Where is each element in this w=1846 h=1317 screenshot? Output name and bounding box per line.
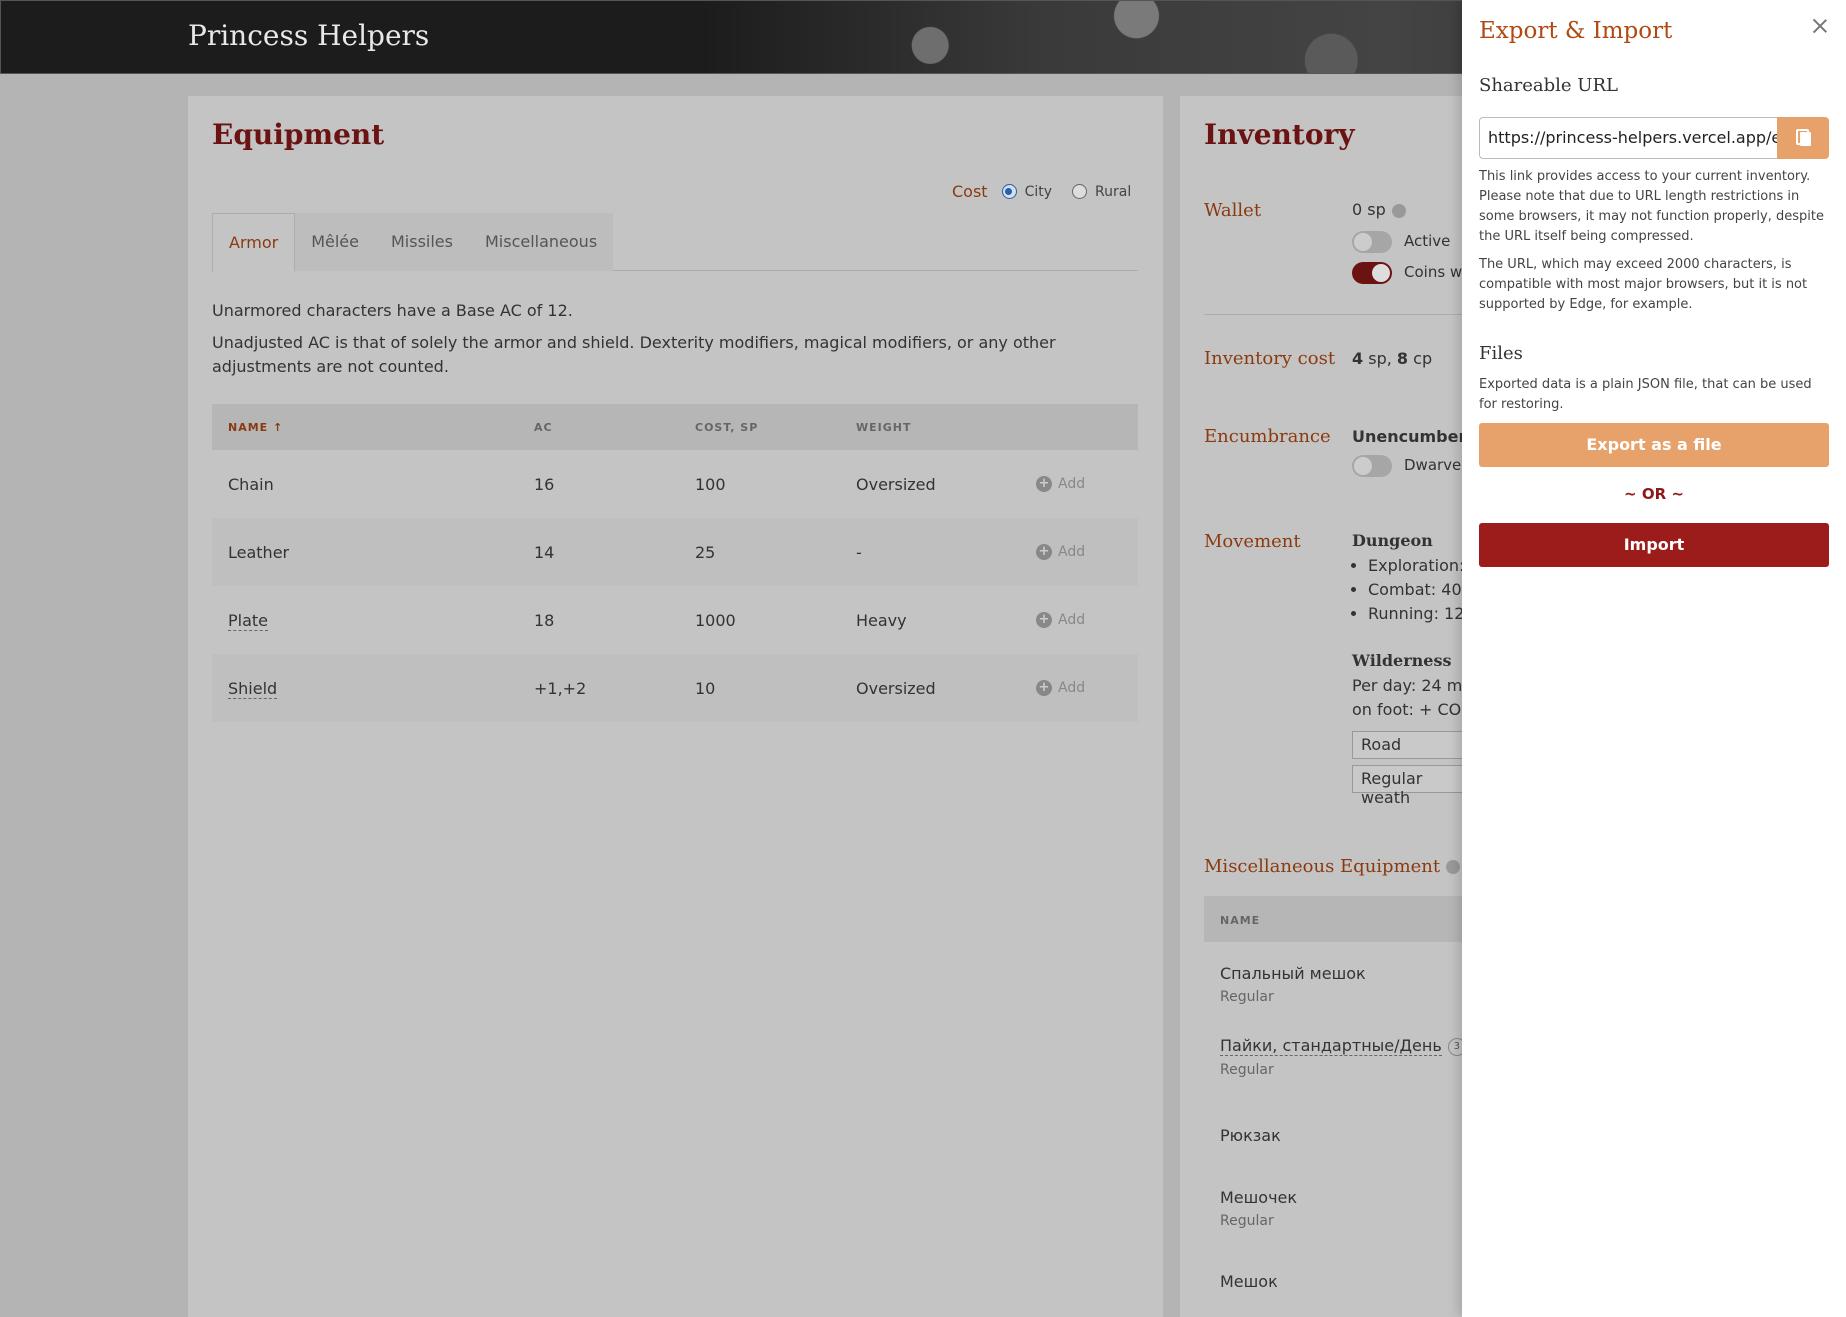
inventory-cost-label: Inventory cost (1204, 348, 1336, 369)
armor-note-unadjusted: Unadjusted AC is that of solely the armo… (212, 333, 1056, 376)
info-icon[interactable] (1391, 203, 1406, 218)
cost-city-label[interactable]: City (1025, 184, 1052, 200)
item-weight: Oversized (856, 474, 936, 494)
dwarven-label: Dwarve (1404, 456, 1462, 474)
dungeon-heading: Dungeon (1352, 531, 1433, 550)
plus-icon: + (1036, 544, 1052, 560)
item-weight: - (856, 542, 862, 562)
dungeon-movement-list: Exploration: Combat: 40 f Running: 120 (1352, 554, 1475, 626)
wilderness-on-foot: on foot: + CON (1352, 700, 1474, 719)
item-name[interactable]: Plate (228, 610, 269, 631)
column-weight[interactable]: WEIGHT (856, 421, 1036, 434)
item-name: Leather (228, 542, 290, 562)
column-name[interactable]: NAME (1220, 914, 1260, 927)
info-icon[interactable] (1446, 860, 1461, 874)
table-header: NAME ↑ AC COST, SP WEIGHT (212, 404, 1138, 450)
shareable-url-heading: Shareable URL (1479, 75, 1618, 96)
list-item: Exploration: (1368, 554, 1475, 578)
add-button[interactable]: + Add (1036, 544, 1138, 560)
inventory-cost-value: 4 sp, 8 cp (1352, 349, 1433, 368)
export-import-drawer: Export & Import Shareable URL https://pr… (1462, 0, 1846, 1317)
wilderness-heading: Wilderness (1352, 651, 1452, 670)
item-cost: 100 (695, 474, 726, 494)
coins-weight-toggle[interactable] (1352, 262, 1392, 284)
column-name[interactable]: NAME ↑ (212, 421, 534, 434)
copy-button[interactable] (1777, 117, 1829, 159)
wallet-value: 0 sp (1352, 200, 1406, 219)
table-row: Plate 18 1000 Heavy + Add (212, 586, 1138, 654)
list-item: Combat: 40 f (1368, 578, 1475, 602)
column-cost[interactable]: COST, SP (695, 421, 856, 434)
item-cost: 10 (695, 678, 716, 698)
item-weight: Oversized (856, 678, 936, 698)
equipment-title: Equipment (212, 118, 385, 151)
table-row: Shield +1,+2 10 Oversized + Add (212, 654, 1138, 722)
item-cost: 1000 (695, 610, 736, 630)
armor-note-base-ac: Unarmored characters have a Base AC of 1… (212, 301, 573, 320)
app-title[interactable]: Princess Helpers (188, 19, 429, 52)
movement-label: Movement (1204, 531, 1301, 552)
wallet-label: Wallet (1204, 200, 1262, 221)
item-name: Chain (228, 474, 274, 494)
cost-selector: Cost City Rural (952, 182, 1143, 201)
plus-icon: + (1036, 476, 1052, 492)
table-row: Leather 14 25 - + Add (212, 518, 1138, 586)
list-item: Running: 120 (1368, 602, 1475, 626)
armor-table: NAME ↑ AC COST, SP WEIGHT Chain 16 100 O… (212, 404, 1138, 722)
add-button[interactable]: + Add (1036, 680, 1138, 696)
column-ac[interactable]: AC (534, 421, 695, 434)
tab-missiles[interactable]: Missiles (374, 213, 469, 271)
item-name[interactable]: Пайки, стандартные/День (1220, 1036, 1442, 1056)
add-label: Add (1058, 476, 1086, 492)
cost-city-radio[interactable] (1001, 184, 1017, 199)
tab-melee[interactable]: Mêlée (295, 213, 375, 271)
item-cost: 25 (695, 542, 716, 562)
cost-rural-radio[interactable] (1072, 184, 1088, 199)
or-divider: ~ OR ~ (1624, 485, 1684, 503)
item-name[interactable]: Shield (228, 678, 278, 699)
plus-icon: + (1036, 612, 1052, 628)
export-file-button[interactable]: Export as a file (1479, 423, 1829, 467)
add-label: Add (1058, 680, 1086, 696)
item-weight: Heavy (856, 610, 907, 630)
item-ac: 16 (534, 474, 555, 494)
terrain-select[interactable]: Road (1352, 731, 1472, 759)
shareable-url-input[interactable]: https://princess-helpers.vercel.app/en/ (1479, 117, 1778, 159)
add-label: Add (1058, 612, 1086, 628)
active-label: Active (1404, 232, 1451, 250)
item-ac: 18 (534, 610, 555, 630)
add-button[interactable]: + Add (1036, 476, 1138, 492)
equipment-card: Equipment Cost City Rural Armor Mêlée Mi… (188, 96, 1163, 1317)
drawer-title: Export & Import (1479, 18, 1673, 44)
url-note-access: This link provides access to your curren… (1479, 169, 1824, 244)
encumbrance-label: Encumbrance (1204, 426, 1331, 447)
item-ac: 14 (534, 542, 555, 562)
misc-equipment-title: Miscellaneous Equipment (1204, 856, 1461, 877)
files-note: Exported data is a plain JSON file, that… (1479, 377, 1812, 412)
cost-rural-label[interactable]: Rural (1095, 184, 1131, 200)
tab-armor[interactable]: Armor (212, 213, 296, 272)
item-ac: +1,+2 (534, 678, 587, 698)
close-icon[interactable] (1812, 18, 1828, 34)
equipment-tabs: Armor Mêlée Missiles Miscellaneous (212, 213, 1138, 272)
plus-icon: + (1036, 680, 1052, 696)
cost-label: Cost (952, 182, 988, 201)
inventory-title: Inventory (1204, 118, 1355, 151)
url-note-compat: The URL, which may exceed 2000 character… (1479, 257, 1808, 312)
files-heading: Files (1479, 343, 1523, 364)
add-label: Add (1058, 544, 1086, 560)
import-button[interactable]: Import (1479, 523, 1829, 567)
weather-select[interactable]: Regular weath (1352, 765, 1472, 807)
dwarven-toggle[interactable] (1352, 455, 1392, 477)
add-button[interactable]: + Add (1036, 612, 1138, 628)
active-toggle[interactable] (1352, 231, 1392, 253)
table-row: Chain 16 100 Oversized + Add (212, 450, 1138, 518)
tab-miscellaneous[interactable]: Miscellaneous (468, 213, 614, 271)
